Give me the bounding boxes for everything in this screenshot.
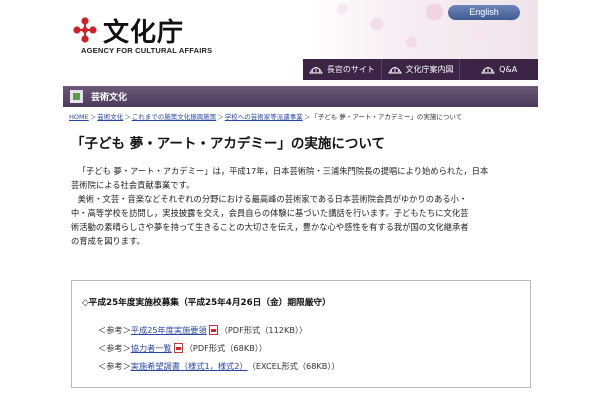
pdf-icon [208, 325, 218, 335]
application-form-link[interactable]: 実施希望調書（様式1，様式2） [131, 360, 248, 372]
reference-prefix: ＜参考＞ [98, 361, 131, 371]
breadcrumb-dispatch[interactable]: 学校への芸術家等派遣事業 [225, 113, 303, 121]
breadcrumb-policies[interactable]: これまでの施策文化振興施策 [132, 113, 217, 121]
agency-logo-icon [73, 17, 97, 43]
fan-icon [387, 67, 402, 74]
fan-icon [481, 67, 496, 74]
paragraph-line: の育成を図ります。 [71, 236, 145, 246]
file-format: （EXCEL形式（68KB）） [247, 361, 340, 371]
breadcrumb-arts[interactable]: 芸術文化 [97, 113, 123, 121]
recruitment-box: ◇平成25年度実施校募集（平成25年4月26日（金）期限厳守） ＜参考＞ 平成2… [71, 280, 531, 388]
top-nav: 長官のサイト 文化庁案内図 Q&A [303, 59, 538, 80]
reference-prefix: ＜参考＞ [98, 325, 131, 335]
fan-icon [308, 67, 323, 74]
section-bar: 芸術文化 [63, 86, 538, 107]
file-format: （PDF形式（112KB）） [219, 325, 308, 335]
reference-item: ＜参考＞ 実施希望調書（様式1，様式2） （EXCEL形式（68KB）） [98, 360, 340, 372]
pdf-icon [173, 343, 183, 353]
paragraph-line: 芸術院による社会貢献事業です。 [71, 180, 195, 190]
file-format: （PDF形式（68KB）） [184, 343, 268, 353]
page: English 文化庁 AGENCY FOR CULTURAL AFFAIRS … [63, 0, 538, 400]
nav-label: 文化庁案内図 [405, 65, 454, 74]
paragraph-line: 中・高等学校を訪問し，実技披露を交え，会員自らの体験に基づいた講話を行います。子… [71, 208, 469, 218]
paragraph-line: 美術・文芸・音楽などそれぞれの分野における最高峰の芸術家である日本芸術院会員がゆ… [77, 194, 468, 204]
reference-item: ＜参考＞ 平成25年度実施要領 （PDF形式（112KB）） [98, 324, 307, 336]
agency-logo[interactable]: 文化庁 AGENCY FOR CULTURAL AFFAIRS [71, 10, 221, 60]
logo-text: 文化庁 [103, 18, 185, 48]
nav-label: Q&A [499, 65, 518, 74]
implementation-guide-link[interactable]: 平成25年度実施要領 [131, 324, 207, 336]
reference-item: ＜参考＞ 協力者一覧 （PDF形式（68KB）） [98, 342, 267, 354]
logo-subtitle: AGENCY FOR CULTURAL AFFAIRS [81, 46, 213, 55]
header: English 文化庁 AGENCY FOR CULTURAL AFFAIRS … [63, 0, 538, 80]
section-icon [70, 90, 83, 103]
english-button[interactable]: English [448, 5, 520, 20]
breadcrumb-current: 「子ども 夢・アート・アカデミー」の実施について [311, 113, 463, 121]
page-title: 「子ども 夢・アート・アカデミー」の実施について [71, 136, 385, 152]
paragraph-line: 術活動の素晴らしさや夢を持って生きることの大切さを伝え，豊かな心や感性を有する我… [71, 222, 469, 232]
nav-agency-map[interactable]: 文化庁案内図 [380, 59, 460, 80]
collaborators-list-link[interactable]: 協力者一覧 [131, 342, 172, 354]
breadcrumb: HOME＞芸術文化＞これまでの施策文化振興施策＞学校への芸術家等派遣事業＞「子ど… [69, 113, 463, 121]
section-label: 芸術文化 [91, 93, 128, 103]
nav-qa[interactable]: Q&A [459, 59, 538, 80]
paragraph-line: 「子ども 夢・アート・アカデミー」は，平成17年，日本芸術院・三浦朱門院長の提唱… [77, 166, 489, 176]
recruitment-heading: ◇平成25年度実施校募集（平成25年4月26日（金）期限厳守） [82, 298, 331, 308]
body-text: 「子ども 夢・アート・アカデミー」は，平成17年，日本芸術院・三浦朱門院長の提唱… [71, 164, 531, 248]
breadcrumb-home[interactable]: HOME [69, 113, 89, 121]
reference-prefix: ＜参考＞ [98, 343, 131, 353]
nav-label: 長官のサイト [326, 65, 375, 74]
nav-commissioner-site[interactable]: 長官のサイト [303, 59, 381, 80]
